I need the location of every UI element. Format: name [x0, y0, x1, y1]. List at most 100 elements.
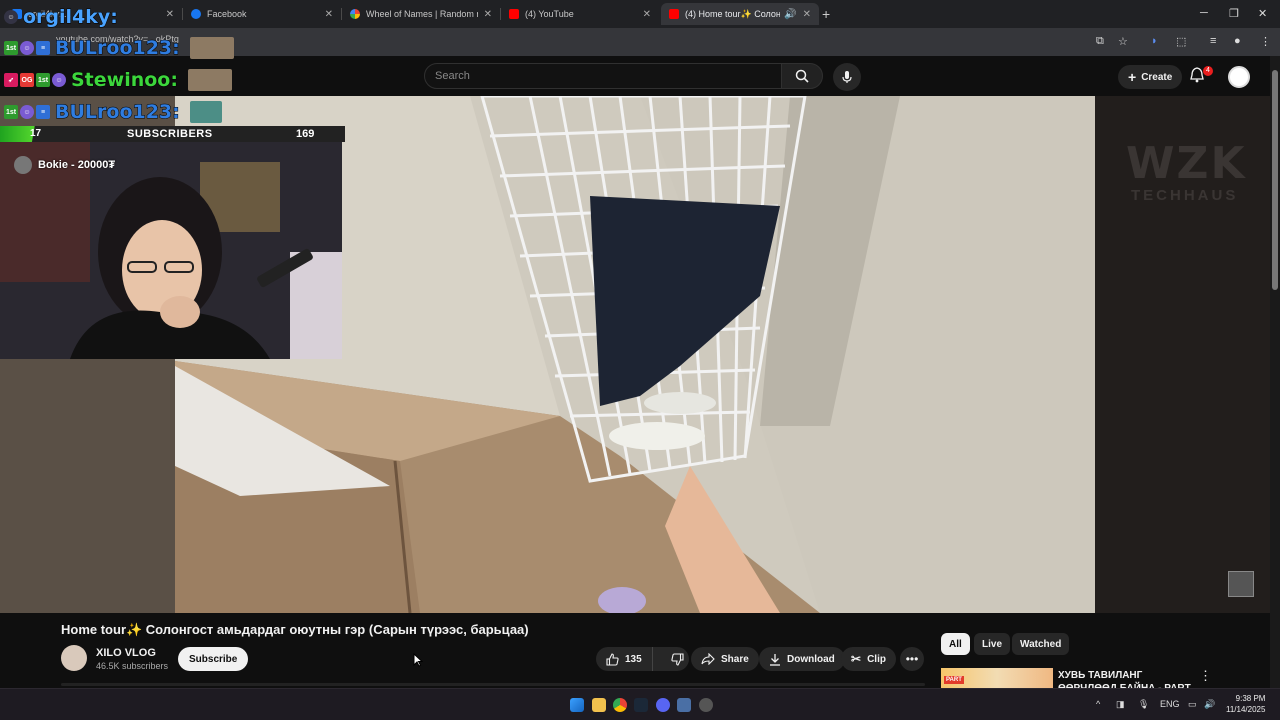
close-icon[interactable]: ✕	[803, 9, 811, 20]
bookmark-star-icon[interactable]: ☆	[1118, 35, 1128, 48]
channel-name[interactable]: XILO VLOG	[96, 647, 156, 659]
search-placeholder: Search	[435, 70, 470, 82]
subscribe-button[interactable]: Subscribe	[178, 647, 249, 671]
chat-emote	[189, 101, 222, 123]
file-explorer-icon[interactable]	[592, 698, 606, 712]
media-controls-icon[interactable]: ≡	[1210, 35, 1216, 47]
filter-chip-all[interactable]: All	[941, 633, 970, 655]
donor-avatar	[14, 156, 32, 174]
volume-icon[interactable]: 🔊	[1204, 699, 1215, 710]
subscriber-goal-bar: 17 SUBSCRIBERS 169	[0, 126, 345, 142]
search-input[interactable]: Search	[424, 63, 782, 89]
minimize-icon[interactable]: ─	[1200, 7, 1208, 19]
subscribe-label: Subscribe	[189, 653, 238, 665]
tab-home-tour[interactable]: (4) Home tour✨ Солонгос 🔊 ✕	[661, 3, 819, 25]
recommended-thumbnail[interactable]: PART	[941, 668, 1053, 690]
app-icon[interactable]	[677, 698, 691, 712]
more-actions-button[interactable]: •••	[900, 647, 924, 671]
filter-label: All	[949, 638, 962, 650]
bell-icon	[1190, 67, 1204, 83]
filter-chip-watched[interactable]: Watched	[1012, 633, 1070, 655]
extensions-puzzle-icon[interactable]: ⬚	[1176, 35, 1186, 48]
first-badge: 1st	[4, 105, 18, 119]
tray-app-icon[interactable]: ◨	[1116, 699, 1125, 710]
discord-icon[interactable]	[656, 698, 670, 712]
sub-goal-target: 169	[296, 128, 315, 140]
chat-emote	[187, 69, 232, 91]
chat-message: ➶ OG 1st ☺ Stewinoo:	[4, 67, 232, 93]
filter-label: Live	[982, 638, 1003, 650]
windows-start-icon[interactable]	[570, 698, 584, 712]
windows-taskbar: ^ ◨ 🎙 ENG ▭ 🔊 9:38 PM 11/14/2025	[0, 688, 1280, 720]
chrome-icon[interactable]	[613, 698, 627, 712]
page-scrollbar[interactable]	[1270, 56, 1280, 688]
recommended-title[interactable]: ХУВЬ ТАВИЛАНГ ӨӨРЧЛӨӨД БАЙНА - PART 1	[1058, 669, 1198, 688]
tab-wheel-of-names[interactable]: Wheel of Names | Random nam ✕	[342, 3, 500, 25]
voice-search-button[interactable]	[833, 63, 861, 91]
tab-title: Facebook	[207, 9, 247, 19]
download-button[interactable]: Download	[759, 647, 845, 671]
facebook-icon	[191, 9, 201, 19]
system-clock[interactable]: 9:38 PM 11/14/2025	[1226, 693, 1265, 715]
channel-subscriber-count: 46.5K subscribers	[96, 661, 169, 671]
thumbs-up-icon	[606, 652, 619, 666]
network-icon[interactable]: ▭	[1188, 699, 1197, 710]
video-corner-avatar[interactable]	[1228, 571, 1254, 597]
like-button[interactable]: 135	[596, 647, 653, 671]
close-icon[interactable]: ✕	[325, 9, 333, 20]
clock-date: 11/14/2025	[1226, 705, 1266, 714]
profile-icon[interactable]: ●	[1234, 35, 1241, 47]
create-button[interactable]: + Create	[1118, 65, 1183, 89]
tray-chevron-icon[interactable]: ^	[1096, 699, 1100, 709]
like-count: 135	[625, 653, 642, 665]
chat-username: BULroo123:	[55, 37, 181, 60]
tab-youtube[interactable]: (4) YouTube ✕	[501, 3, 659, 25]
download-icon	[770, 653, 780, 666]
notifications-button[interactable]	[1190, 67, 1204, 88]
recommended-menu-icon[interactable]: ⋮	[1199, 668, 1212, 684]
flag-badge-icon: ≡	[36, 105, 50, 119]
share-button[interactable]: Share	[691, 647, 759, 671]
clip-button[interactable]: ✂ Clip	[841, 647, 896, 671]
video-title: Home tour✨ Солонгост амьдардаг оюутны гэ…	[61, 622, 529, 637]
menu-kebab-icon[interactable]: ⋮	[1260, 35, 1271, 48]
close-icon[interactable]: ✕	[643, 9, 651, 20]
search-button[interactable]	[781, 63, 823, 89]
speaker-icon[interactable]: 🔊	[784, 9, 796, 20]
thumbnail-tag: PART	[944, 676, 964, 684]
tab-facebook[interactable]: Facebook ✕	[183, 3, 341, 25]
og-badge: OG	[20, 73, 34, 87]
watermark-logo: WZK	[1126, 138, 1247, 189]
more-horizontal-icon: •••	[905, 652, 919, 666]
account-avatar[interactable]	[1228, 66, 1250, 88]
extension-icon[interactable]: ◗	[1151, 35, 1158, 47]
steam-icon[interactable]	[634, 698, 648, 712]
close-window-icon[interactable]: ✕	[1258, 7, 1267, 20]
browser-tab-strip: orgil4ky: ... ✕ Facebook ✕ Wheel of Name…	[0, 0, 1280, 28]
microphone-tray-icon[interactable]: 🎙	[1138, 699, 1149, 710]
close-icon[interactable]: ✕	[484, 9, 492, 20]
flag-badge-icon: ≡	[36, 41, 50, 55]
install-icon[interactable]: ⧉	[1096, 35, 1104, 48]
webcam-frame	[0, 142, 342, 359]
webcam-overlay	[0, 142, 342, 359]
chat-message: 1st ☺ ≡ BULroo123:	[4, 35, 234, 61]
chat-message: 1st ☺ ≡ BULroo123:	[4, 99, 222, 125]
sub-goal-current: 17	[30, 128, 42, 139]
new-tab-button[interactable]: +	[822, 6, 830, 22]
mouse-cursor-icon	[413, 653, 423, 667]
restore-icon[interactable]: ❐	[1229, 7, 1239, 20]
scrollbar-thumb[interactable]	[1272, 70, 1278, 290]
filter-chip-live[interactable]: Live	[974, 633, 1011, 655]
mascot-badge-icon: ☺	[4, 10, 18, 24]
donation-alert: Bokie - 20000₮	[14, 156, 115, 174]
chat-emote	[189, 37, 234, 59]
youtube-icon	[509, 9, 519, 19]
youtube-icon	[669, 9, 679, 19]
close-icon[interactable]: ✕	[166, 9, 174, 20]
search-icon	[795, 69, 809, 83]
channel-avatar[interactable]	[61, 645, 87, 671]
settings-gear-icon[interactable]	[699, 698, 713, 712]
first-badge: 1st	[4, 41, 18, 55]
language-indicator[interactable]: ENG	[1160, 699, 1180, 709]
